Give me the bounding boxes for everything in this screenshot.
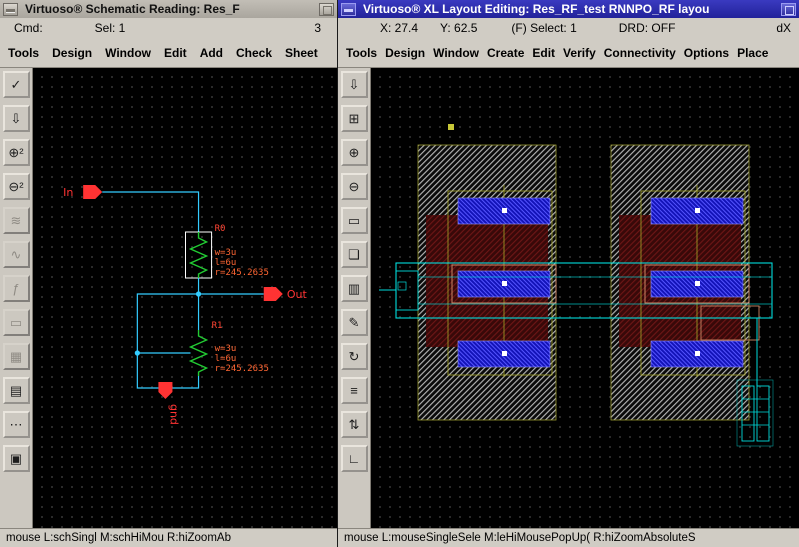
zoom-fit-icon[interactable]: ⊞ bbox=[340, 105, 368, 132]
schematic-window: Virtuoso® Schematic Reading: Res_F Cmd: … bbox=[0, 0, 337, 547]
in-port[interactable]: In bbox=[63, 185, 103, 199]
selection-count: Sel: 1 bbox=[94, 21, 126, 35]
swap-icon[interactable]: ⇅ bbox=[340, 411, 368, 438]
svg-text:Out: Out bbox=[287, 288, 308, 301]
schematic-titlebar[interactable]: Virtuoso® Schematic Reading: Res_F bbox=[0, 0, 337, 18]
properties-icon[interactable]: ≡ bbox=[340, 377, 368, 404]
dots-icon[interactable]: ⋯ bbox=[2, 411, 30, 438]
layout-cell-r1[interactable] bbox=[610, 144, 760, 421]
svg-text:l=6u: l=6u bbox=[215, 258, 237, 268]
wire-bulk[interactable] bbox=[136, 293, 199, 354]
menu-window[interactable]: Window bbox=[433, 46, 479, 60]
maximize-button[interactable] bbox=[319, 2, 334, 16]
menu-add[interactable]: Add bbox=[200, 46, 223, 60]
solid-box-icon[interactable]: ▣ bbox=[2, 445, 30, 472]
resistor-r1[interactable]: R1 w=3u l=6u r=245.2635 bbox=[188, 321, 269, 376]
mouse-bindings-text: mouse L:mouseSingleSele M:leHiMousePopUp… bbox=[344, 532, 696, 544]
layout-main: ⇩ ⊞ ⊕ ⊖ ▭ ❏ ▥ ✎ ↻ ≡ ⇅ ∟ bbox=[338, 68, 799, 528]
menu-place[interactable]: Place bbox=[737, 46, 768, 60]
menu-edit[interactable]: Edit bbox=[532, 46, 555, 60]
select-count: (F) Select: 1 bbox=[511, 21, 577, 35]
menu-sheet[interactable]: Sheet bbox=[285, 46, 318, 60]
ruler-icon[interactable]: ✎ bbox=[340, 309, 368, 336]
layout-cell-r0[interactable] bbox=[417, 144, 557, 421]
svg-text:In: In bbox=[63, 186, 73, 199]
menu-create[interactable]: Create bbox=[487, 46, 524, 60]
mouse-bindings-text: mouse L:schSingl M:schHiMou R:hiZoomAb bbox=[6, 532, 231, 544]
dx-label: dX bbox=[776, 21, 791, 35]
layout-info-row: X: 27.4 Y: 62.5 (F) Select: 1 DRD: OFF d… bbox=[338, 18, 799, 38]
x-coordinate: X: 27.4 bbox=[380, 21, 419, 35]
menu-tools[interactable]: Tools bbox=[346, 46, 377, 60]
window-title: Virtuoso® Schematic Reading: Res_F bbox=[25, 2, 240, 16]
function-icon[interactable]: ƒ bbox=[2, 275, 30, 302]
cmd-label: Cmd: bbox=[14, 21, 43, 35]
window-menu-button[interactable] bbox=[341, 2, 356, 16]
svg-text:r=245.2635: r=245.2635 bbox=[215, 364, 269, 374]
svg-text:l=6u: l=6u bbox=[215, 354, 237, 364]
schematic-drawing: In R0 w=3u l=6u r=245.2635 Out R1 w=3u l… bbox=[63, 185, 308, 425]
maximize-button[interactable] bbox=[781, 2, 796, 16]
svg-text:R0: R0 bbox=[215, 224, 226, 234]
zoom-in-icon[interactable]: ⊕ bbox=[340, 139, 368, 166]
layout-toolbar: ⇩ ⊞ ⊕ ⊖ ▭ ❏ ▥ ✎ ↻ ≡ ⇅ ∟ bbox=[338, 68, 371, 528]
resistor-r0[interactable]: R0 w=3u l=6u r=245.2635 bbox=[185, 224, 269, 279]
menu-options[interactable]: Options bbox=[684, 46, 729, 60]
zoom-out-icon[interactable]: ⊖ bbox=[340, 173, 368, 200]
zoom-in-2x-icon[interactable]: ⊕² bbox=[2, 139, 30, 166]
wave-icon[interactable]: ∿ bbox=[2, 241, 30, 268]
layout-marker[interactable] bbox=[448, 124, 454, 130]
drd-status: DRD: OFF bbox=[618, 21, 676, 35]
schematic-canvas[interactable]: In R0 w=3u l=6u r=245.2635 Out R1 w=3u l… bbox=[33, 68, 337, 528]
stretch-icon[interactable]: ▥ bbox=[340, 275, 368, 302]
layout-drawing bbox=[379, 124, 774, 447]
zoom-out-2x-icon[interactable]: ⊖² bbox=[2, 173, 30, 200]
window-title: Virtuoso® XL Layout Editing: Res_RF_test… bbox=[363, 2, 710, 16]
menu-edit[interactable]: Edit bbox=[164, 46, 187, 60]
schematic-toolbar: ✓ ⇩ ⊕² ⊖² ≋ ∿ ƒ ▭ ▦ ▤ ⋯ ▣ bbox=[0, 68, 33, 528]
descend-icon[interactable]: ⇩ bbox=[2, 105, 30, 132]
svg-text:R1: R1 bbox=[212, 321, 223, 331]
menu-tools[interactable]: Tools bbox=[8, 46, 39, 60]
copy-icon[interactable]: ❏ bbox=[340, 241, 368, 268]
select-check-icon[interactable]: ✓ bbox=[2, 71, 30, 98]
svg-text:w=3u: w=3u bbox=[215, 248, 237, 258]
save-icon[interactable]: ⇩ bbox=[340, 71, 368, 98]
window-menu-button[interactable] bbox=[3, 2, 18, 16]
schematic-statusbar: mouse L:schSingl M:schHiMou R:hiZoomAb bbox=[0, 528, 337, 547]
select-box-icon[interactable]: ▭ bbox=[340, 207, 368, 234]
out-port[interactable]: Out bbox=[263, 287, 308, 301]
stretch-icon[interactable]: ≋ bbox=[2, 207, 30, 234]
svg-text:w=3u: w=3u bbox=[215, 344, 237, 354]
schematic-info-row: Cmd: Sel: 1 3 bbox=[0, 18, 337, 38]
menu-connectivity[interactable]: Connectivity bbox=[604, 46, 676, 60]
rotate-icon[interactable]: ↻ bbox=[340, 343, 368, 370]
svg-text:gnd: gnd bbox=[167, 404, 180, 425]
layout-canvas[interactable] bbox=[371, 68, 799, 528]
layout-menubar: Tools Design Window Create Edit Verify C… bbox=[338, 38, 799, 68]
menu-design[interactable]: Design bbox=[52, 46, 92, 60]
menu-check[interactable]: Check bbox=[236, 46, 272, 60]
pattern-grid-icon[interactable]: ▦ bbox=[2, 343, 30, 370]
layout-statusbar: mouse L:mouseSingleSele M:leHiMousePopUp… bbox=[338, 528, 799, 547]
layout-window: Virtuoso® XL Layout Editing: Res_RF_test… bbox=[337, 0, 799, 547]
desktop: Virtuoso® Schematic Reading: Res_F Cmd: … bbox=[0, 0, 799, 547]
menu-verify[interactable]: Verify bbox=[563, 46, 596, 60]
info-count: 3 bbox=[314, 21, 321, 35]
svg-text:r=245.2635: r=245.2635 bbox=[215, 268, 269, 278]
dashed-box-icon[interactable]: ▭ bbox=[2, 309, 30, 336]
y-coordinate: Y: 62.5 bbox=[440, 21, 478, 35]
path-corner-icon[interactable]: ∟ bbox=[340, 445, 368, 472]
menu-window[interactable]: Window bbox=[105, 46, 151, 60]
rows-icon[interactable]: ▤ bbox=[2, 377, 30, 404]
schematic-main: ✓ ⇩ ⊕² ⊖² ≋ ∿ ƒ ▭ ▦ ▤ ⋯ ▣ In R0 w=3u l=6… bbox=[0, 68, 337, 528]
schematic-menubar: Tools Design Window Edit Add Check Sheet bbox=[0, 38, 337, 68]
menu-design[interactable]: Design bbox=[385, 46, 425, 60]
wire-in-to-r0[interactable] bbox=[102, 191, 200, 232]
layout-titlebar[interactable]: Virtuoso® XL Layout Editing: Res_RF_test… bbox=[338, 0, 799, 18]
